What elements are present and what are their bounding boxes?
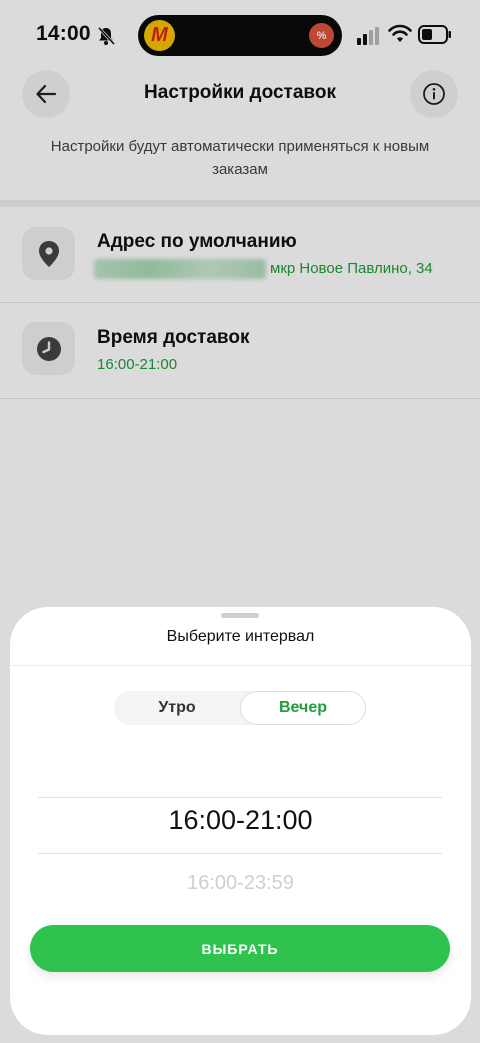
interval-option[interactable]: 16:00-23:59 bbox=[10, 872, 471, 895]
tab-evening[interactable]: Вечер bbox=[240, 691, 366, 725]
tab-morning[interactable]: Утро bbox=[114, 691, 240, 725]
sheet-drag-handle[interactable] bbox=[221, 613, 259, 618]
screen: 14:00 M % Настройки доставок Настройки б… bbox=[0, 0, 480, 1043]
sheet-title: Выберите интервал bbox=[166, 628, 315, 645]
interval-option-selected[interactable]: 16:00-21:00 bbox=[10, 805, 471, 836]
picker-bottom-line bbox=[38, 853, 442, 854]
choose-button[interactable]: ВЫБРАТЬ bbox=[30, 925, 450, 972]
day-part-segmented-control: Утро Вечер bbox=[114, 691, 366, 725]
interval-bottom-sheet: Выберите интервал Утро Вечер 16:00-21:00… bbox=[10, 607, 471, 1035]
picker-top-line bbox=[38, 797, 442, 798]
sheet-divider bbox=[10, 665, 471, 666]
